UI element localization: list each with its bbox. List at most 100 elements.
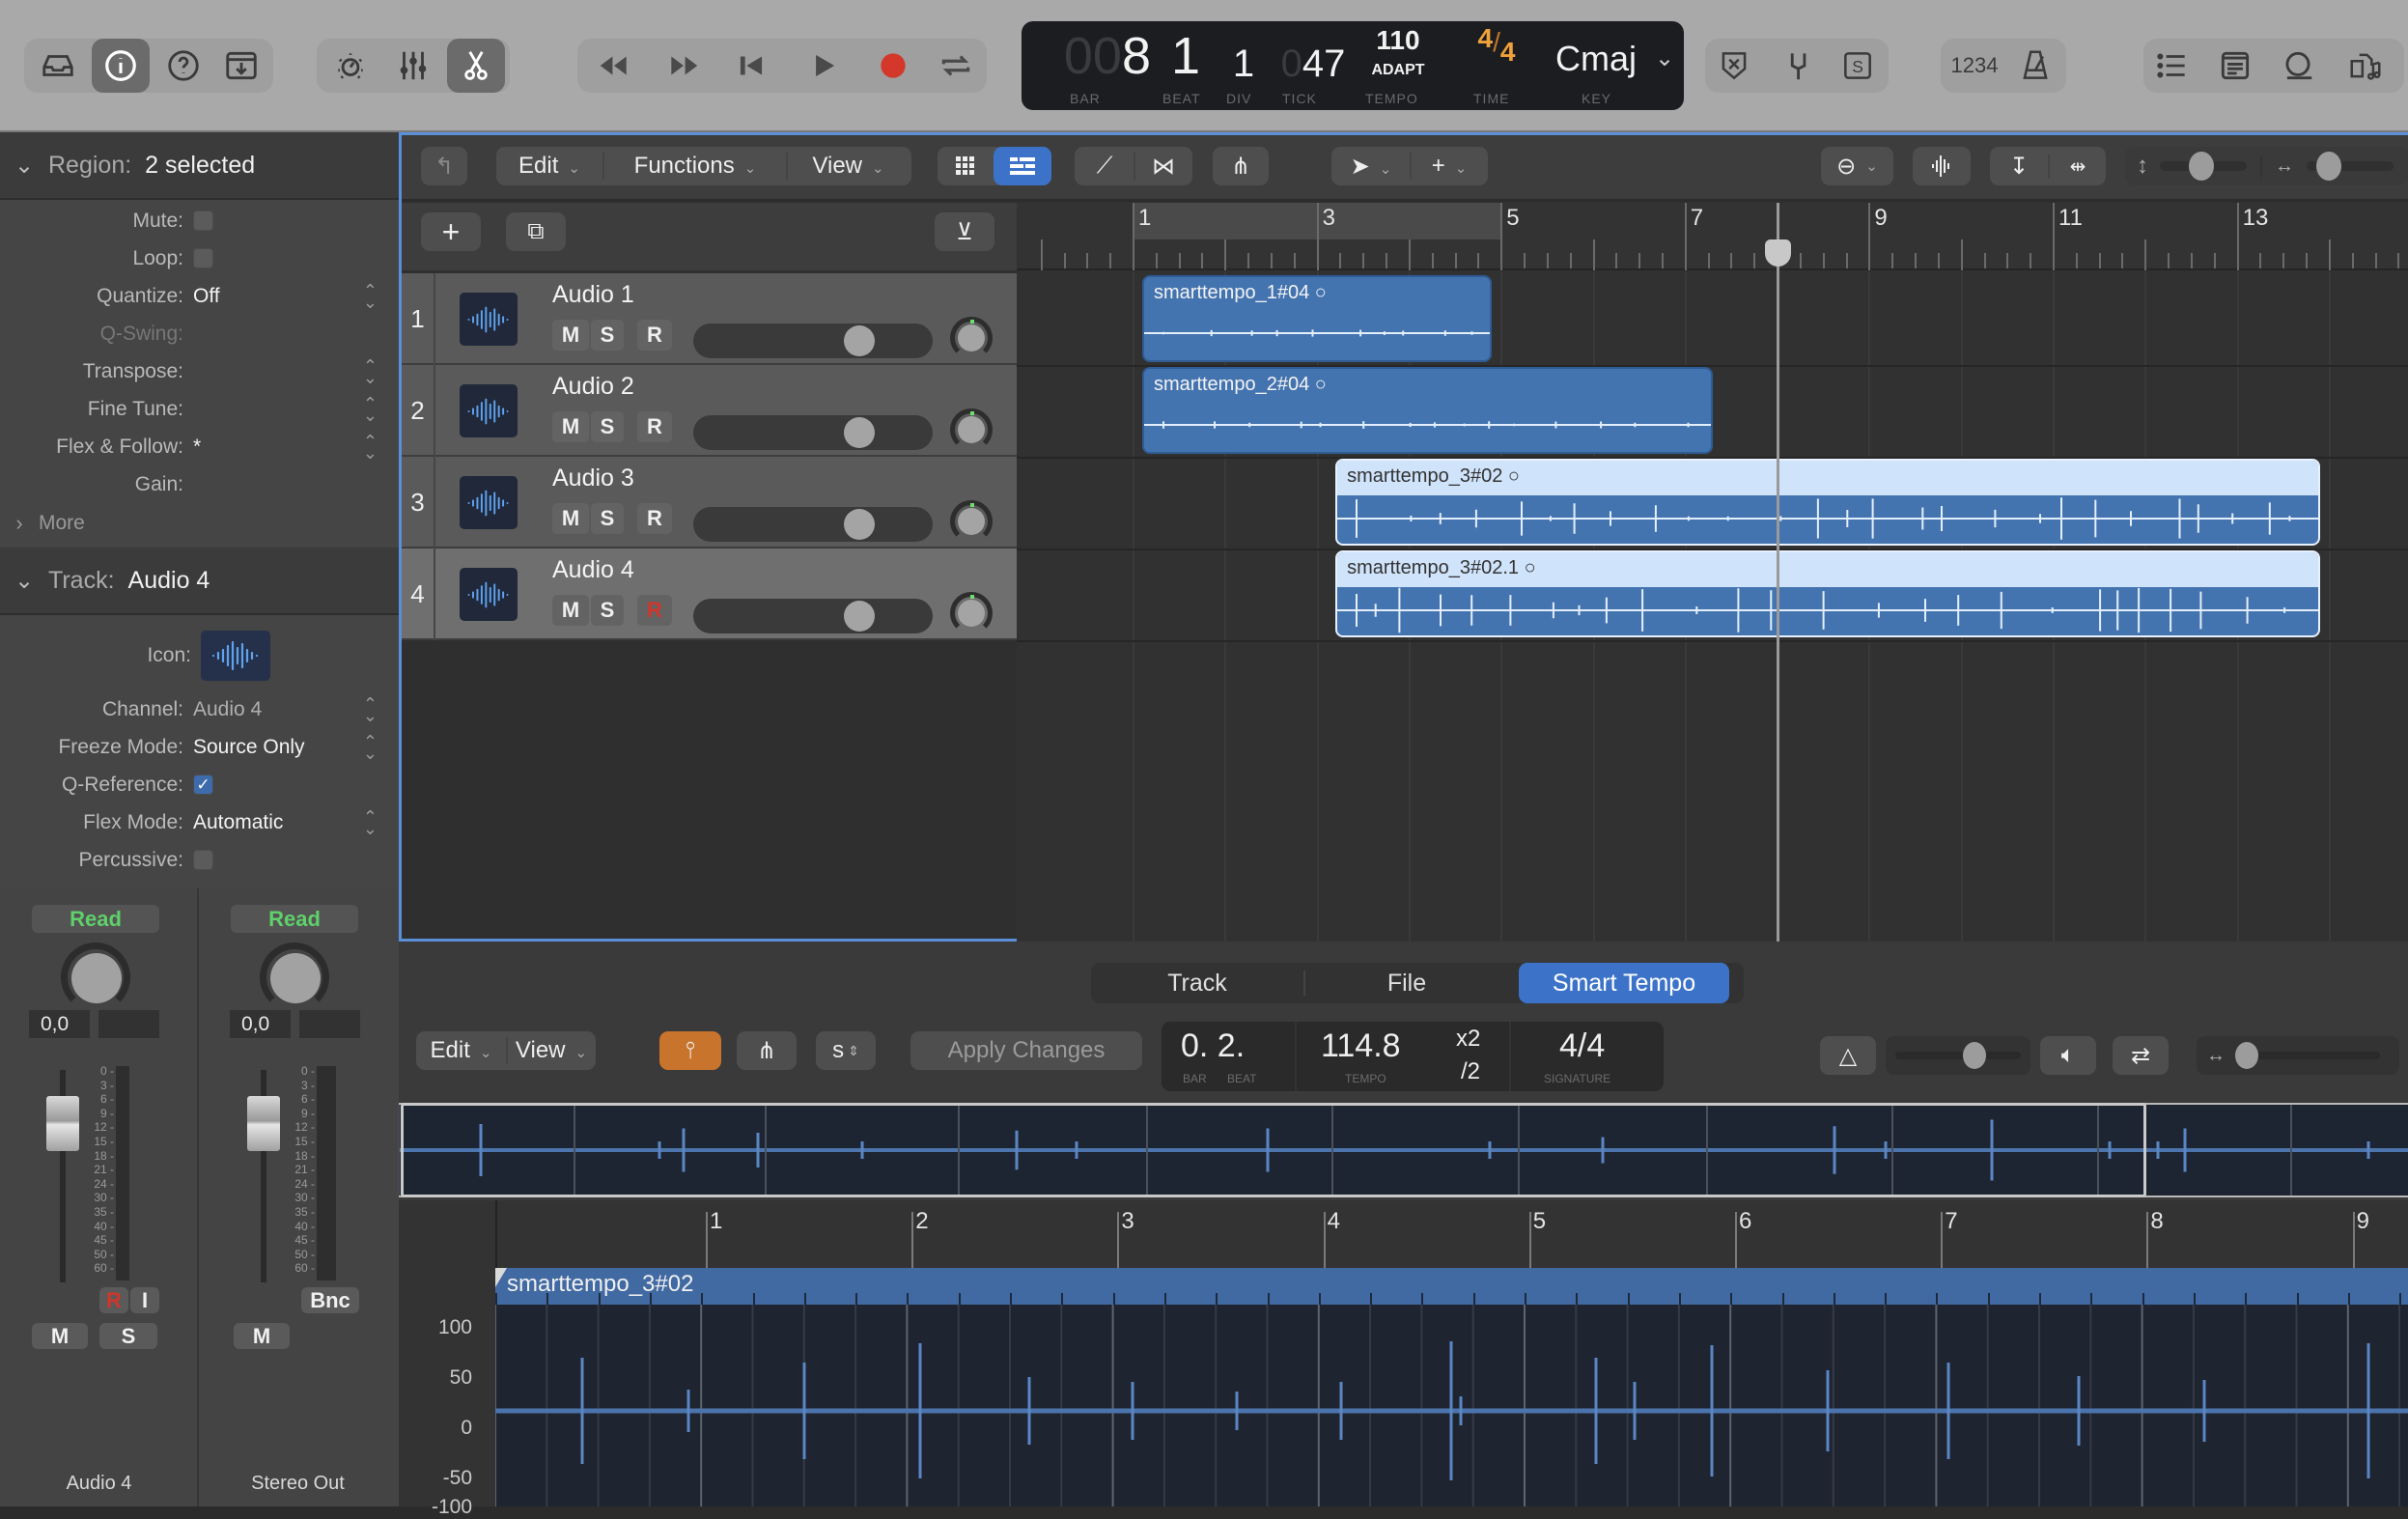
lcd-tempo[interactable]: 110: [1350, 25, 1446, 56]
pan-knob[interactable]: [61, 942, 130, 1012]
beat-markers-toggle-icon[interactable]: ⫯: [659, 1031, 721, 1070]
track-header-audio-4[interactable]: 4 Audio 4 MSR: [402, 549, 1017, 640]
stepper-icon[interactable]: ⌃ ⌄: [363, 695, 378, 724]
editor-zoom-slider[interactable]: [2235, 1042, 2380, 1069]
signature-value[interactable]: 4/4: [1559, 1027, 1605, 1065]
secondary-tool-icon[interactable]: + ⌄: [1410, 153, 1487, 180]
record-enable-button[interactable]: R: [99, 1287, 128, 1313]
apply-changes-button[interactable]: Apply Changes: [910, 1031, 1142, 1070]
record-enable-button[interactable]: R: [637, 411, 672, 442]
loop-checkbox[interactable]: [193, 248, 213, 268]
editors-scissors-icon[interactable]: [447, 39, 505, 93]
vertical-fit-icon[interactable]: ↧: [1990, 153, 2048, 181]
pan-knob[interactable]: [950, 592, 993, 634]
waveform-zoom-icon[interactable]: [1913, 147, 1971, 185]
play-icon[interactable]: [795, 39, 853, 93]
volume-slider-thumb[interactable]: [843, 509, 875, 540]
pan-knob[interactable]: [260, 942, 329, 1012]
timeline[interactable]: 1 3 5 7 9 11 13 smarttempo_1#04 ○ smarttempo_2#…: [1017, 203, 2408, 942]
lcd-key[interactable]: Cmaj: [1548, 39, 1644, 79]
flex-follow-value[interactable]: *: [193, 436, 201, 459]
count-in-button[interactable]: 1234: [1941, 39, 2008, 93]
pan-knob[interactable]: [950, 500, 993, 543]
stepper-icon[interactable]: ⌃ ⌄: [363, 282, 378, 311]
volume-fader-handle[interactable]: [247, 1096, 280, 1151]
duplicate-track-icon[interactable]: ⧉: [506, 212, 566, 251]
catch-playhead-icon[interactable]: ⋔: [737, 1031, 797, 1070]
track-inspector-header[interactable]: ⌄ Track: Audio 4: [0, 548, 399, 615]
fast-forward-icon[interactable]: [655, 39, 713, 93]
editor-waveform[interactable]: [494, 1305, 2408, 1506]
quantize-value[interactable]: Off: [193, 285, 220, 308]
go-to-beginning-icon[interactable]: [722, 39, 780, 93]
percussive-checkbox[interactable]: [193, 850, 213, 870]
track-name[interactable]: Audio 1: [552, 281, 634, 309]
replace-icon[interactable]: [1705, 39, 1763, 93]
stepper-icon[interactable]: ⌃ ⌄: [363, 357, 378, 386]
track-header-audio-2[interactable]: 2 Audio 2 MSR: [402, 365, 1017, 457]
region-inspector-header[interactable]: ⌄ Region: 2 selected: [0, 132, 399, 200]
pointer-tool-icon[interactable]: ➤ ⌄: [1332, 153, 1410, 181]
volume-slider[interactable]: [693, 415, 933, 450]
volume-slider-thumb[interactable]: [843, 325, 875, 356]
lcd-display[interactable]: 008 BAR 1 BEAT 1 DIV 047 TICK 110 ADAPT …: [1022, 21, 1684, 110]
smart-controls-icon[interactable]: [322, 39, 379, 93]
bounce-button[interactable]: Bnc: [301, 1287, 359, 1313]
solo-icon[interactable]: S: [1829, 39, 1887, 93]
visible-area-frame[interactable]: [401, 1103, 2146, 1197]
snap-mode-button[interactable]: s ⇕: [816, 1031, 876, 1070]
volume-slider[interactable]: [693, 507, 933, 542]
browsers-icon[interactable]: [2337, 39, 2394, 93]
metronome-icon[interactable]: △: [1820, 1036, 1876, 1075]
automation-mode-button[interactable]: Read: [231, 905, 358, 933]
solo-button[interactable]: S: [591, 320, 624, 351]
volume-fader-handle[interactable]: [46, 1096, 79, 1151]
track-header-audio-1[interactable]: 1 Audio 1 MSR: [402, 273, 1017, 365]
lcd-dropdown-chevron-icon[interactable]: ⌄: [1645, 44, 1684, 72]
catch-playhead-icon[interactable]: ⋔: [1213, 147, 1269, 185]
automation-icon[interactable]: ⟋: [1076, 153, 1134, 180]
solo-button[interactable]: S: [591, 503, 624, 534]
playhead[interactable]: [1765, 203, 1792, 942]
note-pad-icon[interactable]: [2206, 39, 2264, 93]
solo-button[interactable]: S: [99, 1323, 157, 1349]
region-smarttempo-3-02[interactable]: smarttempo_3#02 ○: [1335, 459, 2320, 546]
grid-view-icon[interactable]: [938, 147, 994, 185]
cycle-icon[interactable]: ⇄: [2113, 1036, 2169, 1075]
position-value[interactable]: 0. 2.: [1181, 1027, 1245, 1065]
view-menu[interactable]: View ⌄: [788, 153, 909, 180]
mute-button[interactable]: M: [32, 1323, 88, 1349]
volume-value[interactable]: 0,0: [29, 1010, 90, 1038]
stepper-icon[interactable]: ⌃ ⌄: [363, 433, 378, 462]
region-start-marker[interactable]: [495, 1268, 507, 1287]
horizontal-fit-icon[interactable]: ⇹: [2048, 154, 2106, 179]
tempo-value[interactable]: 114.8: [1321, 1027, 1401, 1065]
volume-slider[interactable]: [693, 323, 933, 358]
list-editors-icon[interactable]: [2143, 39, 2201, 93]
speaker-icon[interactable]: 🔈︎: [2040, 1036, 2096, 1075]
automation-mode-button[interactable]: Read: [32, 905, 159, 933]
playhead-handle[interactable]: [1765, 239, 1792, 267]
track-name[interactable]: Audio 3: [552, 464, 634, 492]
lcd-tempo-mode[interactable]: ADAPT: [1350, 62, 1446, 79]
stepper-icon[interactable]: ⌃ ⌄: [363, 808, 378, 837]
flex-icon[interactable]: ⋈: [1134, 152, 1191, 181]
edit-menu[interactable]: Edit ⌄: [496, 153, 604, 180]
track-header-audio-3[interactable]: 3 Audio 3 MSR: [402, 457, 1017, 549]
mixer-icon[interactable]: [384, 39, 442, 93]
add-track-button[interactable]: +: [421, 212, 481, 251]
tab-track[interactable]: Track: [1091, 963, 1303, 1003]
mute-button[interactable]: M: [552, 595, 589, 626]
editor-view-menu[interactable]: View ⌄: [508, 1037, 595, 1064]
help-icon[interactable]: [154, 39, 212, 93]
record-enable-button[interactable]: R: [637, 320, 672, 351]
functions-menu[interactable]: Functions ⌄: [604, 153, 788, 180]
editor-region-header[interactable]: smarttempo_3#02: [495, 1268, 2408, 1305]
solo-button[interactable]: S: [591, 411, 624, 442]
go-up-icon[interactable]: ↰: [421, 147, 467, 185]
input-monitor-button[interactable]: I: [130, 1287, 159, 1313]
record-icon[interactable]: [864, 39, 922, 93]
mute-button[interactable]: M: [552, 411, 589, 442]
cycle-icon[interactable]: [927, 39, 985, 93]
pan-knob[interactable]: [950, 317, 993, 359]
